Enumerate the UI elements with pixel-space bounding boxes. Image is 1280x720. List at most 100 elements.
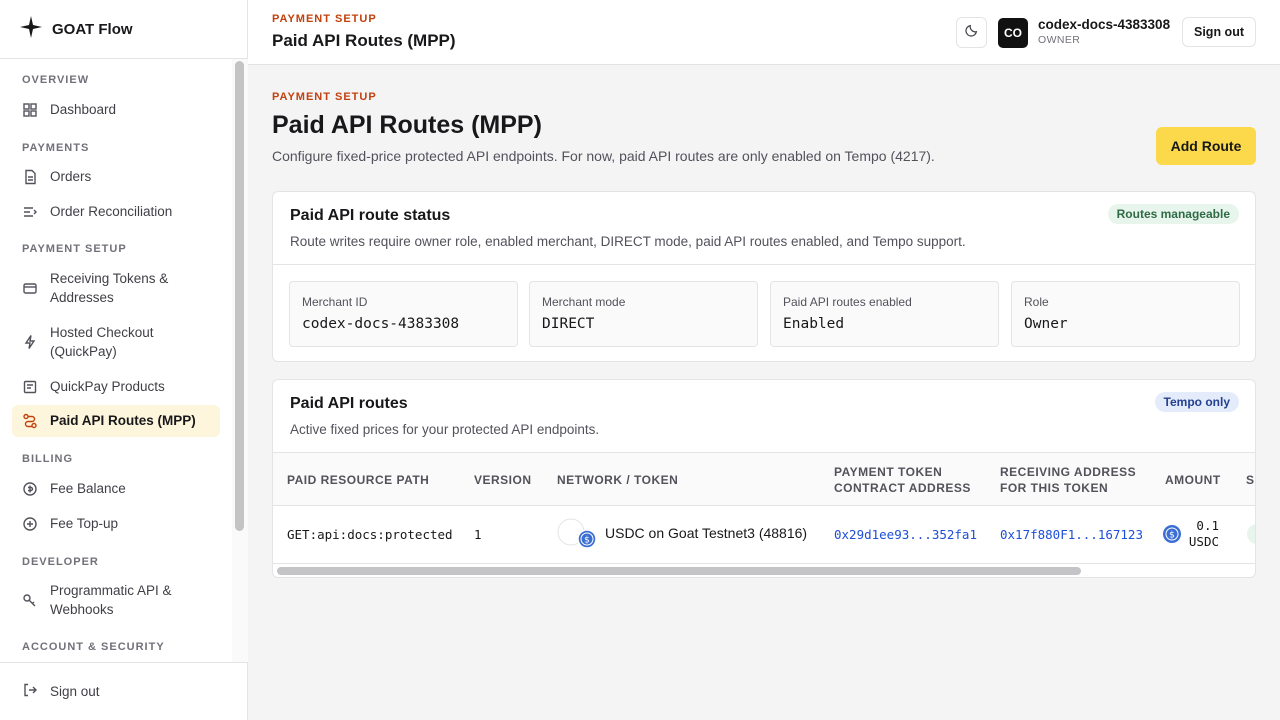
stat-label: Merchant mode <box>542 295 626 309</box>
contract-address-link[interactable]: 0x29d1ee93...352fa1 <box>834 527 977 542</box>
column-header: VERSION <box>474 473 532 487</box>
page-title: Paid API Routes (MPP) <box>272 111 542 139</box>
sidebar-item-label: Fee Top-up <box>50 516 119 531</box>
sidebar-item-label: Orders <box>50 169 92 184</box>
route-icon <box>22 413 38 429</box>
user-role: OWNER <box>1038 34 1081 46</box>
sidebar-item-quickpay-products[interactable]: QuickPay Products <box>12 377 220 396</box>
column-header: S <box>1246 473 1255 487</box>
column-header: PAID RESOURCE PATH <box>287 473 430 487</box>
sidebar-item-dashboard[interactable]: Dashboard <box>12 100 220 119</box>
stat-paid-api-enabled: Paid API routes enabled Enabled <box>770 281 999 347</box>
grid-icon <box>22 102 38 118</box>
route-version: 1 <box>474 527 482 542</box>
routes-card-subtitle: Active fixed prices for your protected A… <box>290 422 600 437</box>
sidebar-item-orders[interactable]: Orders <box>12 167 220 186</box>
sidebar-item-order-reconciliation[interactable]: Order Reconciliation <box>12 202 220 221</box>
stat-role: Role Owner <box>1011 281 1240 347</box>
stat-merchant-mode: Merchant mode DIRECT <box>529 281 758 347</box>
receiving-address-link[interactable]: 0x17f880F1...167123 <box>1000 527 1143 542</box>
nav-section-payment-setup: PAYMENT SETUP <box>22 243 127 255</box>
app-root: GOAT Flow OVERVIEW Dashboard PAYMENTS Or… <box>0 0 1280 720</box>
logout-icon <box>22 682 38 701</box>
sidebar-item-hosted-checkout[interactable]: Hosted Checkout (QuickPay) <box>12 323 220 361</box>
sidebar-sign-out-label: Sign out <box>50 684 100 699</box>
lightning-icon <box>22 334 38 350</box>
sidebar-item-label: Dashboard <box>50 102 117 117</box>
stat-label: Paid API routes enabled <box>783 295 912 309</box>
receipt-icon <box>22 379 38 395</box>
sidebar-item-label: Receiving Tokens & Addresses <box>50 271 169 305</box>
svg-text:$: $ <box>584 536 590 546</box>
sidebar-item-label: QuickPay Products <box>50 379 165 394</box>
status-badge: Routes manageable <box>1107 204 1239 224</box>
sidebar-item-label: Programmatic API & Webhooks <box>50 583 172 617</box>
sidebar: GOAT Flow OVERVIEW Dashboard PAYMENTS Or… <box>0 0 248 720</box>
page-kicker: PAYMENT SETUP <box>272 91 377 103</box>
sidebar-item-receiving-tokens[interactable]: Receiving Tokens & Addresses <box>12 269 220 307</box>
avatar[interactable]: CO <box>998 18 1028 48</box>
stat-value: Owner <box>1024 316 1068 332</box>
routes-table-header: PAID RESOURCE PATH VERSION NETWORK / TOK… <box>273 452 1255 506</box>
sign-out-button[interactable]: Sign out <box>1182 17 1256 47</box>
goat-logo-icon <box>18 14 44 45</box>
plus-circle-icon <box>22 516 38 532</box>
route-path: GET:api:docs:protected <box>287 527 453 542</box>
key-icon <box>22 592 38 608</box>
nav-section-developer: DEVELOPER <box>22 556 99 568</box>
coin-icon <box>22 481 38 497</box>
table-horizontal-scrollbar[interactable] <box>277 567 1081 575</box>
paid-api-routes-card: Paid API routes Active fixed prices for … <box>272 379 1256 578</box>
topbar-title: Paid API Routes (MPP) <box>272 31 456 50</box>
sidebar-nav: OVERVIEW Dashboard PAYMENTS Orders Order… <box>0 59 232 662</box>
nav-section-overview: OVERVIEW <box>22 74 90 86</box>
svg-text:$: $ <box>1169 531 1175 541</box>
topbar: PAYMENT SETUP Paid API Routes (MPP) CO c… <box>248 0 1280 65</box>
user-name: codex-docs-4383308 <box>1038 17 1171 32</box>
brand-name: GOAT Flow <box>52 20 133 38</box>
document-icon <box>22 169 38 185</box>
reconcile-icon <box>22 204 38 220</box>
nav-section-billing: BILLING <box>22 453 73 465</box>
stat-value: Enabled <box>783 316 845 332</box>
sidebar-item-label: Hosted Checkout (QuickPay) <box>50 325 154 359</box>
sidebar-scrollbar[interactable] <box>235 61 244 531</box>
nav-section-account-security: ACCOUNT & SECURITY <box>22 641 165 653</box>
wallet-icon <box>22 280 38 296</box>
column-header: PAYMENT TOKEN CONTRACT ADDRESS <box>834 465 971 495</box>
main-content: PAYMENT SETUP Paid API Routes (MPP) Conf… <box>248 66 1280 720</box>
routes-card-title: Paid API routes <box>290 395 408 412</box>
page-description: Configure fixed-price protected API endp… <box>272 148 935 164</box>
column-header: NETWORK / TOKEN <box>557 473 679 487</box>
network-token-icon: $ <box>557 518 597 550</box>
amount-unit: USDC <box>1188 534 1219 549</box>
stat-merchant-id: Merchant ID codex-docs-4383308 <box>289 281 518 347</box>
sidebar-sign-out[interactable]: Sign out <box>0 662 247 720</box>
sidebar-item-fee-balance[interactable]: Fee Balance <box>12 479 220 498</box>
stat-label: Role <box>1024 295 1049 309</box>
route-status-subtitle: Route writes require owner role, enabled… <box>290 234 966 249</box>
add-route-button[interactable]: Add Route <box>1156 127 1256 165</box>
sidebar-item-fee-topup[interactable]: Fee Top-up <box>12 514 220 533</box>
topbar-kicker: PAYMENT SETUP <box>272 13 377 25</box>
sidebar-item-paid-api-routes[interactable]: Paid API Routes (MPP) <box>12 405 220 437</box>
usdc-icon: $ <box>1162 524 1182 544</box>
network-token-label: USDC on Goat Testnet3 (48816) <box>605 525 808 541</box>
column-header: RECEIVING ADDRESS FOR THIS TOKEN <box>1000 465 1137 495</box>
sidebar-item-label: Paid API Routes (MPP) <box>50 413 196 428</box>
table-scroll-track <box>273 563 1255 564</box>
sidebar-item-label: Fee Balance <box>50 481 126 496</box>
status-pill <box>1247 524 1255 544</box>
sidebar-item-programmatic-api[interactable]: Programmatic API & Webhooks <box>12 581 220 619</box>
stat-value: codex-docs-4383308 <box>302 316 460 332</box>
nav-section-payments: PAYMENTS <box>22 142 90 154</box>
route-status-title: Paid API route status <box>290 207 451 224</box>
stat-value: DIRECT <box>542 316 595 332</box>
route-status-card: Paid API route status Route writes requi… <box>272 191 1256 362</box>
brand[interactable]: GOAT Flow <box>0 0 247 59</box>
stat-label: Merchant ID <box>302 295 368 309</box>
theme-toggle-button[interactable] <box>956 17 987 48</box>
sidebar-item-label: Order Reconciliation <box>50 204 173 219</box>
column-header: AMOUNT <box>1165 473 1221 487</box>
tempo-only-badge: Tempo only <box>1154 392 1239 412</box>
